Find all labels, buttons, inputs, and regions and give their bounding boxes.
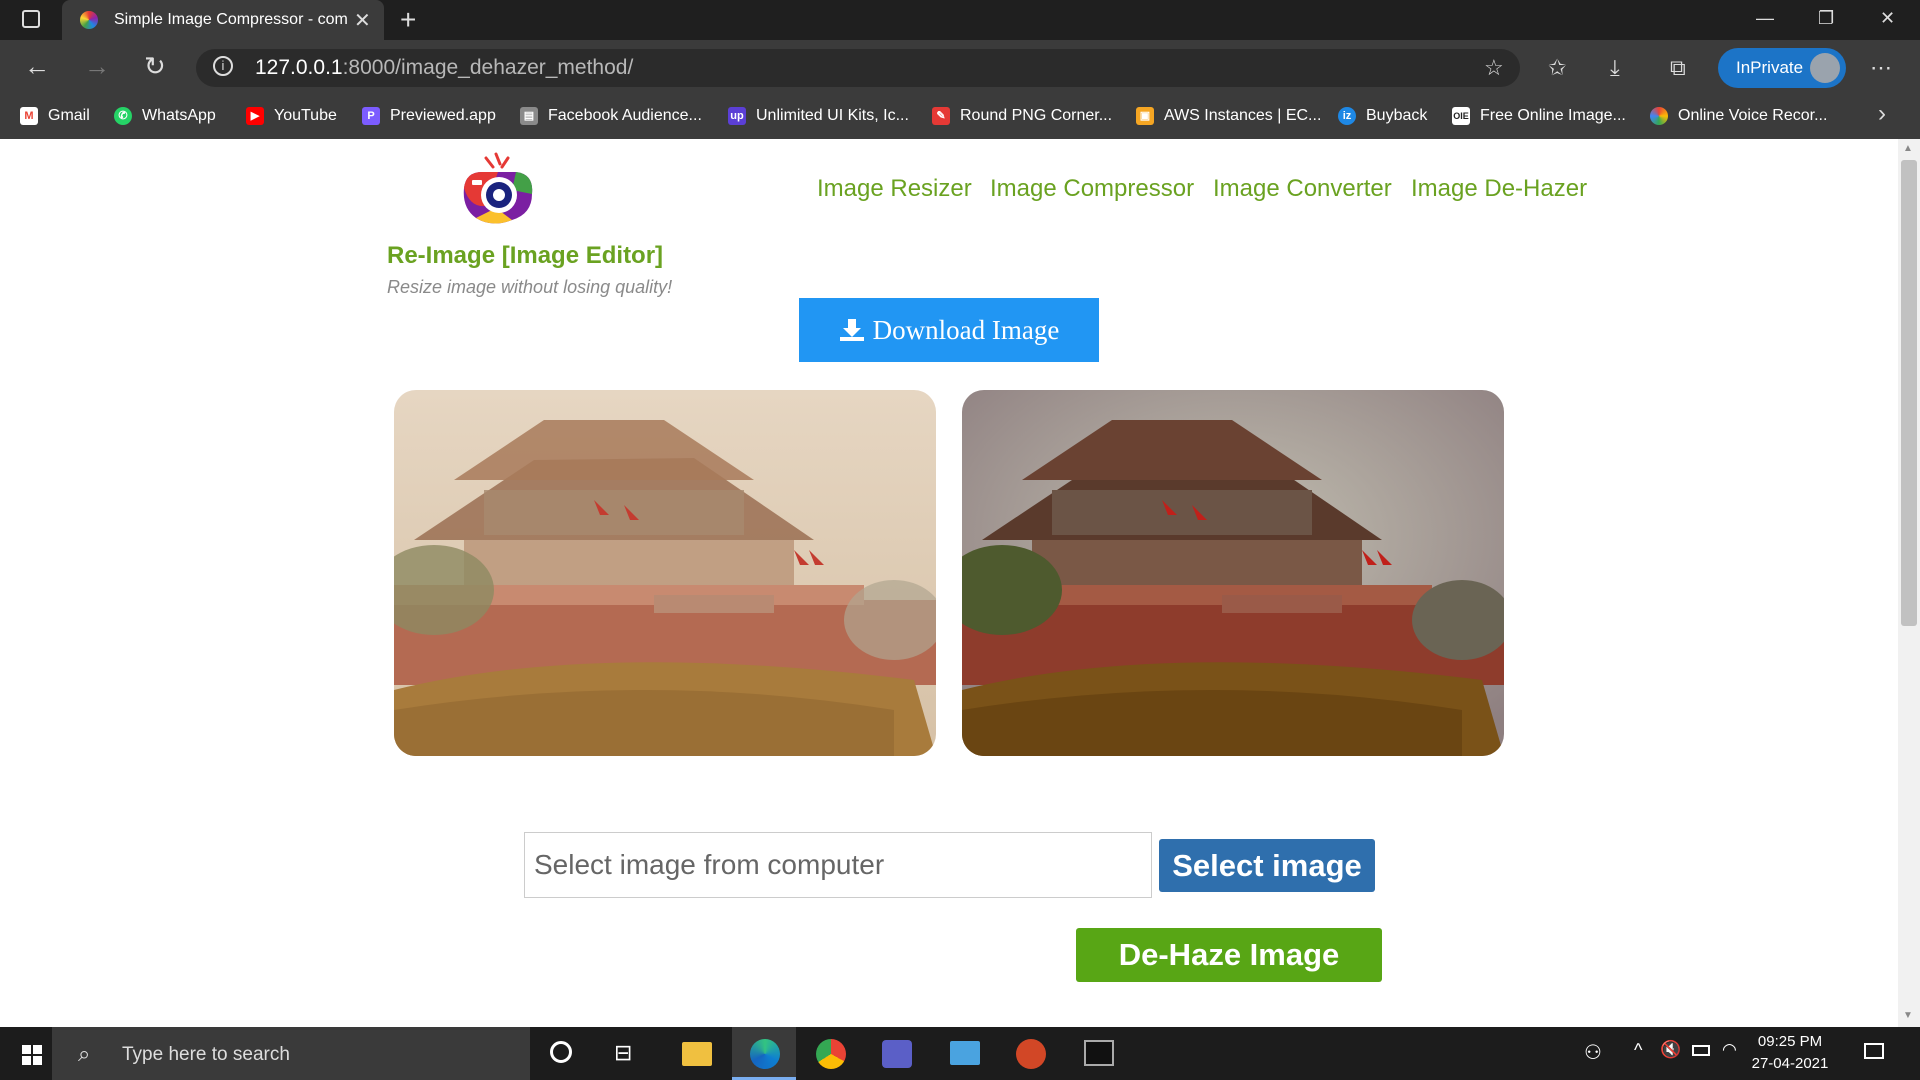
- select-image-button[interactable]: Select image: [1159, 839, 1375, 892]
- bookmark-free-online-image[interactable]: OIE Free Online Image...: [1452, 102, 1626, 130]
- facebook-audience-icon: ▤: [520, 107, 538, 125]
- profile-avatar: [1810, 53, 1840, 83]
- upwork-icon: up: [728, 107, 746, 125]
- favorites-icon[interactable]: ✩: [1548, 55, 1566, 81]
- nav-image-dehazer[interactable]: Image De-Hazer: [1411, 175, 1587, 203]
- dehazed-image: [962, 390, 1504, 756]
- round-png-icon: ✎: [932, 107, 950, 125]
- more-options-icon[interactable]: ⋯: [1870, 55, 1892, 81]
- url-host: 127.0.0.1: [255, 56, 343, 79]
- brand-name[interactable]: Re-Image [Image Editor]: [387, 242, 663, 270]
- bookmark-voice-recorder[interactable]: Online Voice Recor...: [1650, 102, 1827, 130]
- whatsapp-icon: ✆: [114, 107, 132, 125]
- bookmark-label: WhatsApp: [142, 107, 216, 124]
- teams-icon[interactable]: [882, 1040, 912, 1068]
- people-icon[interactable]: ⚇: [1584, 1040, 1602, 1065]
- file-explorer-icon[interactable]: [682, 1042, 712, 1066]
- bookmark-label: YouTube: [274, 107, 337, 124]
- clock-date: 27-04-2021: [1751, 1055, 1829, 1072]
- download-label: Download Image: [872, 314, 1060, 345]
- url-text[interactable]: 127.0.0.1:8000/image_dehazer_method/: [255, 56, 633, 80]
- search-icon: ⌕: [78, 1041, 91, 1066]
- bookmark-label: Facebook Audience...: [548, 107, 702, 124]
- chrome-icon[interactable]: [816, 1039, 846, 1069]
- tab-title: Simple Image Compressor - com: [114, 11, 348, 28]
- bookmark-aws[interactable]: ▣ AWS Instances | EC...: [1136, 102, 1321, 130]
- site-favicon-icon: [80, 11, 98, 29]
- bookmark-label: Unlimited UI Kits, Ic...: [756, 107, 909, 124]
- powerpoint-icon[interactable]: [1016, 1039, 1046, 1069]
- task-view-icon[interactable]: ⊟: [614, 1040, 644, 1068]
- bookmark-round-png[interactable]: ✎ Round PNG Corner...: [932, 102, 1112, 130]
- bookmark-label: Previewed.app: [390, 107, 496, 124]
- download-image-button[interactable]: Download Image: [799, 298, 1099, 362]
- more-bookmarks-icon[interactable]: ›: [1878, 100, 1886, 128]
- bookmark-label: Buyback: [1366, 107, 1428, 124]
- scroll-up-icon[interactable]: ▲: [1903, 143, 1913, 154]
- download-icon: [839, 319, 864, 341]
- bookmark-previewed[interactable]: P Previewed.app: [362, 102, 496, 130]
- bookmark-label: Gmail: [48, 107, 90, 124]
- inprivate-button[interactable]: InPrivate: [1718, 48, 1846, 88]
- speaker-muted-icon[interactable]: 🔇: [1660, 1040, 1681, 1060]
- clock-time: 09:25 PM: [1757, 1033, 1823, 1050]
- add-favorite-icon[interactable]: ☆: [1484, 55, 1504, 81]
- camera-logo-icon[interactable]: [456, 150, 540, 230]
- close-tab-icon[interactable]: ✕: [354, 8, 371, 33]
- windows-start-icon[interactable]: [22, 1045, 42, 1065]
- tab-actions-icon[interactable]: [22, 10, 40, 28]
- nav-image-converter[interactable]: Image Converter: [1213, 175, 1392, 203]
- restore-icon[interactable]: ❐: [1818, 8, 1834, 29]
- bookmark-label: Online Voice Recor...: [1678, 107, 1828, 124]
- new-tab-icon[interactable]: +: [400, 4, 416, 36]
- show-hidden-icons-icon[interactable]: ^: [1634, 1040, 1642, 1061]
- bookmark-gmail[interactable]: M Gmail: [20, 102, 90, 130]
- cortana-icon[interactable]: [550, 1041, 572, 1063]
- bookmark-label: AWS Instances | EC...: [1164, 107, 1322, 124]
- site-info-icon[interactable]: i: [213, 56, 233, 76]
- inprivate-label: InPrivate: [1736, 58, 1804, 77]
- buyback-icon: iz: [1338, 107, 1356, 125]
- scroll-down-icon[interactable]: ▼: [1903, 1010, 1913, 1021]
- bookmark-ui-kits[interactable]: up Unlimited UI Kits, Ic...: [728, 102, 909, 130]
- tagline: Resize image without losing quality!: [387, 277, 673, 297]
- search-placeholder: Type here to search: [122, 1044, 290, 1065]
- file-path-input[interactable]: [524, 832, 1152, 898]
- collections-icon[interactable]: ⧉: [1670, 55, 1686, 81]
- battery-icon[interactable]: [1692, 1045, 1710, 1056]
- wifi-icon[interactable]: ◠: [1722, 1040, 1737, 1060]
- oie-icon: OIE: [1452, 107, 1470, 125]
- terminal-icon[interactable]: [1084, 1040, 1114, 1066]
- edge-icon[interactable]: [750, 1039, 780, 1069]
- minimize-icon[interactable]: —: [1756, 8, 1774, 29]
- back-icon[interactable]: ←: [24, 51, 50, 82]
- nav-image-compressor[interactable]: Image Compressor: [990, 175, 1194, 203]
- browser-tab[interactable]: Simple Image Compressor - com ✕: [62, 0, 384, 40]
- bookmark-buyback[interactable]: iz Buyback: [1338, 102, 1427, 130]
- youtube-icon: ▶: [246, 107, 264, 125]
- bookmark-label: Round PNG Corner...: [960, 107, 1113, 124]
- url-path: :8000/image_dehazer_method/: [342, 56, 634, 79]
- dehaze-image-button[interactable]: De-Haze Image: [1076, 928, 1382, 982]
- forward-icon[interactable]: →: [84, 51, 110, 82]
- bookmark-label: Free Online Image...: [1480, 107, 1626, 124]
- voice-recorder-icon: [1650, 107, 1668, 125]
- scrollbar-thumb[interactable]: [1901, 160, 1917, 626]
- refresh-icon[interactable]: ↻: [144, 51, 166, 82]
- bookmark-whatsapp[interactable]: ✆ WhatsApp: [114, 102, 216, 130]
- bookmark-youtube[interactable]: ▶ YouTube: [246, 102, 337, 130]
- previewed-icon: P: [362, 107, 380, 125]
- system-clock[interactable]: 09:25 PM 27-04-2021: [1740, 1031, 1840, 1075]
- close-window-icon[interactable]: ✕: [1880, 8, 1895, 29]
- aws-icon: ▣: [1136, 107, 1154, 125]
- gmail-icon: M: [20, 107, 38, 125]
- notifications-icon[interactable]: [1864, 1043, 1884, 1059]
- taskbar-search-box[interactable]: ⌕ Type here to search: [52, 1027, 530, 1080]
- downloads-icon[interactable]: ⤓: [1610, 55, 1620, 81]
- bookmark-facebook-audience[interactable]: ▤ Facebook Audience...: [520, 102, 702, 130]
- nav-image-resizer[interactable]: Image Resizer: [817, 175, 972, 203]
- original-hazy-image: [394, 390, 936, 756]
- remote-desktop-icon[interactable]: [950, 1041, 980, 1065]
